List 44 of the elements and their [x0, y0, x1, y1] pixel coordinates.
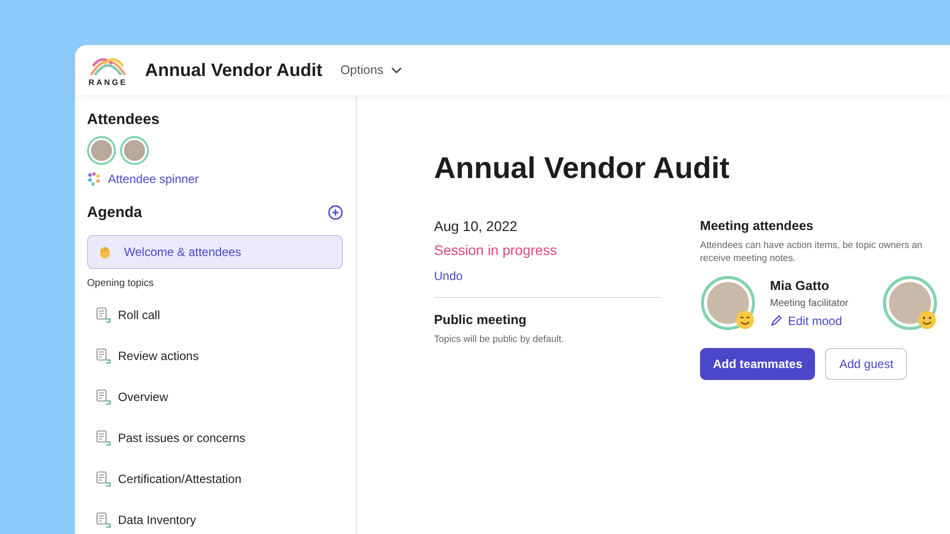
attendee-spinner-link[interactable]: Attendee spinner [108, 172, 199, 186]
edit-mood-link[interactable]: Edit mood [770, 314, 848, 328]
document-icon [96, 512, 112, 528]
agenda-topic[interactable]: Overview [87, 381, 343, 412]
session-status: Session in progress [434, 242, 558, 258]
avatar[interactable] [89, 138, 114, 163]
agenda-topic[interactable]: Data Inventory [87, 504, 343, 534]
agenda-item[interactable]: Welcome & attendees [87, 235, 343, 269]
attendees-heading: Attendees [87, 111, 161, 128]
agenda-topic[interactable]: Review actions [87, 340, 343, 371]
avatar[interactable] [122, 138, 147, 163]
dots-icon [87, 172, 101, 186]
meeting-date: Aug 10, 2022 [434, 218, 518, 234]
agenda-topic[interactable]: Certification/Attestation [87, 463, 343, 494]
pencil-icon [770, 314, 782, 327]
document-icon [96, 388, 112, 404]
attendee-name: Mia Gatto [770, 278, 830, 293]
agenda-heading: Agenda [87, 204, 142, 221]
public-meeting-note: Topics will be public by default. [434, 333, 565, 346]
document-icon [96, 348, 112, 364]
chevron-down-icon [391, 66, 402, 74]
section-label: Opening topics [87, 278, 155, 289]
agenda-topic[interactable]: Past issues or concerns [87, 422, 343, 453]
add-teammates-button[interactable]: Add teammates [700, 348, 816, 380]
agenda-topic[interactable]: Roll call [87, 299, 343, 330]
avatar[interactable] [886, 278, 934, 327]
meeting-title: Annual Vendor Audit [145, 60, 322, 80]
smiley-icon [917, 310, 938, 330]
page-title: Annual Vendor Audit [434, 152, 731, 186]
waving-hand-icon [98, 245, 112, 259]
document-icon [96, 430, 112, 446]
add-icon[interactable] [328, 205, 343, 220]
document-icon [96, 306, 112, 322]
logo-text: RANGE [88, 78, 128, 86]
attendee-role: Meeting facilitator [770, 298, 848, 309]
avatar[interactable] [704, 278, 752, 327]
meeting-attendees-heading: Meeting attendees [700, 218, 814, 233]
options-menu[interactable]: Options [340, 63, 402, 77]
public-meeting-heading: Public meeting [434, 312, 528, 327]
add-guest-button[interactable]: Add guest [825, 348, 908, 380]
undo-link[interactable]: Undo [434, 269, 660, 283]
document-icon [96, 470, 112, 486]
meeting-attendees-note: Attendees can have action items, be topic owners an receive meeting notes. [700, 239, 924, 266]
smiley-icon [735, 310, 755, 330]
